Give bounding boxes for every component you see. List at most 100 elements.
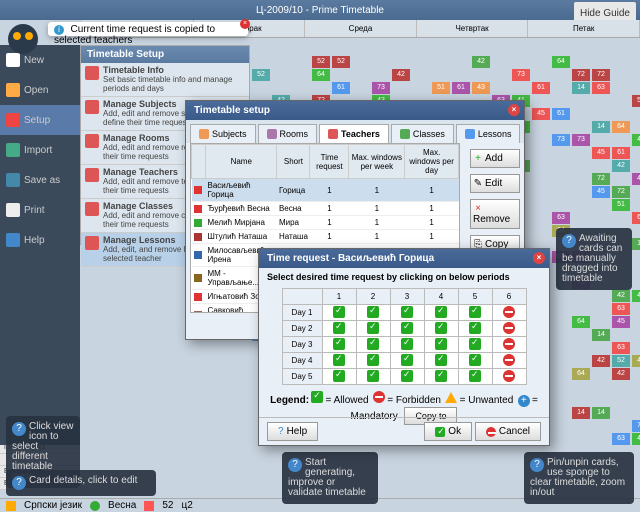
- timetable-card[interactable]: 14: [592, 329, 610, 341]
- timetable-card[interactable]: 43: [632, 355, 640, 367]
- period-cell[interactable]: [390, 369, 424, 385]
- close-icon[interactable]: ×: [240, 19, 250, 29]
- period-cell[interactable]: [492, 353, 526, 369]
- period-cell[interactable]: [492, 337, 526, 353]
- timetable-card[interactable]: 45: [592, 147, 610, 159]
- sidebar-item-help[interactable]: Help: [0, 225, 80, 255]
- timetable-card[interactable]: 41: [632, 134, 640, 146]
- period-cell[interactable]: [322, 305, 356, 321]
- timetable-card[interactable]: 73: [512, 69, 530, 81]
- sidebar-item-import[interactable]: Import: [0, 135, 80, 165]
- timetable-card[interactable]: 52: [252, 69, 270, 81]
- tab-teachers[interactable]: Teachers: [319, 124, 389, 143]
- add-button[interactable]: +Add: [470, 149, 520, 168]
- timetable-card[interactable]: 73: [372, 82, 390, 94]
- period-cell[interactable]: [322, 321, 356, 337]
- timetable-card[interactable]: 51: [432, 82, 450, 94]
- timetable-card[interactable]: 63: [552, 212, 570, 224]
- time-request-grid[interactable]: 123456Day 1Day 2Day 3Day 4Day 5: [282, 288, 527, 385]
- sidebar-item-setup[interactable]: Setup: [0, 105, 80, 135]
- timetable-card[interactable]: 52: [632, 95, 640, 107]
- timetable-card[interactable]: 14: [572, 82, 590, 94]
- timetable-card[interactable]: 42: [612, 368, 630, 380]
- col-header[interactable]: Max. windows per week: [349, 145, 405, 179]
- tab-classes[interactable]: Classes: [391, 124, 454, 143]
- timetable-card[interactable]: 63: [612, 433, 630, 445]
- period-cell[interactable]: [356, 369, 390, 385]
- edit-button[interactable]: ✎Edit: [470, 174, 520, 193]
- timetable-card[interactable]: 43: [632, 433, 640, 445]
- period-cell[interactable]: [322, 369, 356, 385]
- teacher-row[interactable]: Васиљевић ГорицаГорица111: [192, 179, 459, 202]
- timetable-card[interactable]: 52: [312, 56, 330, 68]
- timetable-card[interactable]: 45: [612, 316, 630, 328]
- period-cell[interactable]: [458, 337, 492, 353]
- teacher-row[interactable]: Мелић МирјанаМира111: [192, 216, 459, 230]
- col-header[interactable]: Time request: [310, 145, 349, 179]
- timetable-card[interactable]: 41: [632, 290, 640, 302]
- period-cell[interactable]: [458, 305, 492, 321]
- col-header[interactable]: Max. windows per day: [405, 145, 459, 179]
- period-cell[interactable]: [424, 305, 458, 321]
- timetable-card[interactable]: 51: [612, 199, 630, 211]
- timetable-card[interactable]: 14: [592, 407, 610, 419]
- col-header[interactable]: Short: [277, 145, 310, 179]
- timetable-card[interactable]: 42: [612, 290, 630, 302]
- period-cell[interactable]: [458, 353, 492, 369]
- period-cell[interactable]: [322, 353, 356, 369]
- period-cell[interactable]: [356, 305, 390, 321]
- period-cell[interactable]: [424, 353, 458, 369]
- remove-button[interactable]: ×Remove: [470, 199, 520, 229]
- period-cell[interactable]: [424, 337, 458, 353]
- period-cell[interactable]: [390, 337, 424, 353]
- timetable-card[interactable]: 63: [612, 303, 630, 315]
- period-cell[interactable]: [356, 353, 390, 369]
- timetable-card[interactable]: 72: [592, 173, 610, 185]
- cancel-button[interactable]: Cancel: [475, 422, 541, 441]
- timetable-card[interactable]: 73: [632, 420, 640, 432]
- tab-lessons[interactable]: Lessons: [456, 124, 521, 143]
- timetable-card[interactable]: 73: [572, 134, 590, 146]
- timetable-card[interactable]: 61: [452, 82, 470, 94]
- timetable-card[interactable]: 14: [572, 407, 590, 419]
- tab-subjects[interactable]: Subjects: [190, 124, 256, 143]
- close-icon[interactable]: ×: [508, 104, 520, 116]
- timetable-card[interactable]: 45: [592, 186, 610, 198]
- timetable-card[interactable]: 61: [532, 82, 550, 94]
- timetable-card[interactable]: 14: [632, 238, 640, 250]
- timetable-card[interactable]: 42: [392, 69, 410, 81]
- timetable-card[interactable]: 61: [612, 147, 630, 159]
- timetable-card[interactable]: 43: [472, 82, 490, 94]
- period-cell[interactable]: [424, 369, 458, 385]
- timetable-card[interactable]: 72: [592, 69, 610, 81]
- timetable-card[interactable]: 63: [612, 342, 630, 354]
- close-icon[interactable]: ×: [533, 252, 545, 264]
- col-header[interactable]: Name: [206, 145, 277, 179]
- timetable-card[interactable]: 14: [592, 121, 610, 133]
- timetable-card[interactable]: 64: [312, 69, 330, 81]
- period-cell[interactable]: [424, 321, 458, 337]
- period-cell[interactable]: [356, 321, 390, 337]
- period-cell[interactable]: [458, 321, 492, 337]
- tab-rooms[interactable]: Rooms: [258, 124, 318, 143]
- help-button[interactable]: ?Help: [267, 422, 318, 441]
- sidebar-item-open[interactable]: Open: [0, 75, 80, 105]
- timetable-card[interactable]: 61: [332, 82, 350, 94]
- timetable-card[interactable]: 42: [612, 160, 630, 172]
- timetable-card[interactable]: 45: [632, 173, 640, 185]
- timetable-card[interactable]: 63: [592, 82, 610, 94]
- timetable-card[interactable]: 72: [572, 69, 590, 81]
- period-cell[interactable]: [492, 369, 526, 385]
- timetable-card[interactable]: 61: [552, 108, 570, 120]
- period-cell[interactable]: [322, 337, 356, 353]
- setup-item[interactable]: Timetable InfoSet basic timetable info a…: [81, 63, 249, 97]
- period-cell[interactable]: [390, 321, 424, 337]
- timetable-card[interactable]: 64: [552, 56, 570, 68]
- timetable-card[interactable]: 45: [532, 108, 550, 120]
- teacher-row[interactable]: Ђурђевић ВеснаВесна111: [192, 202, 459, 216]
- sidebar-item-save-as[interactable]: Save as: [0, 165, 80, 195]
- timetable-card[interactable]: 52: [332, 56, 350, 68]
- timetable-card[interactable]: 52: [612, 355, 630, 367]
- timetable-card[interactable]: 42: [592, 355, 610, 367]
- sidebar-item-print[interactable]: Print: [0, 195, 80, 225]
